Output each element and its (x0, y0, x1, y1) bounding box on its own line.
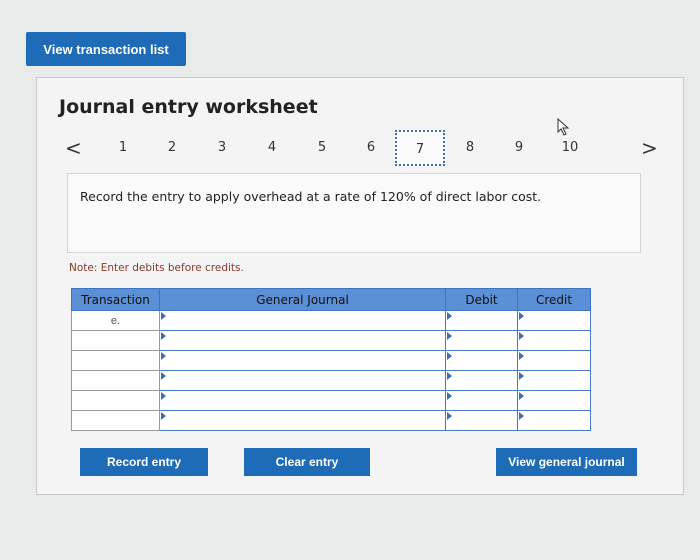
input-marker-icon (447, 352, 452, 360)
debits-before-credits-note: Note: Enter debits before credits. (69, 262, 244, 274)
page-4[interactable]: 4 (260, 136, 284, 160)
transaction-cell (71, 390, 160, 411)
page-3[interactable]: 3 (210, 136, 234, 160)
account-input-cell[interactable] (159, 410, 446, 431)
table-row (71, 350, 591, 371)
page-8[interactable]: 8 (458, 136, 482, 160)
general-journal-column-header: General Journal (159, 288, 446, 311)
view-transaction-list-button[interactable]: View transaction list (26, 32, 186, 66)
entry-prompt-text: Record the entry to apply overhead at a … (80, 189, 542, 204)
transaction-cell (71, 370, 160, 391)
table-row: e. (71, 310, 591, 331)
input-marker-icon (519, 352, 524, 360)
dropdown-marker-icon (161, 332, 166, 340)
credit-column-header: Credit (517, 288, 591, 311)
input-marker-icon (519, 372, 524, 380)
account-input-cell[interactable] (159, 390, 446, 411)
input-marker-icon (519, 412, 524, 420)
credit-input-cell[interactable] (517, 410, 591, 431)
dropdown-marker-icon (161, 352, 166, 360)
entry-prompt-box: Record the entry to apply overhead at a … (67, 173, 641, 253)
input-marker-icon (447, 392, 452, 400)
worksheet-title: Journal entry worksheet (59, 96, 318, 118)
mouse-pointer-icon (557, 118, 570, 136)
debit-input-cell[interactable] (445, 310, 518, 331)
page-5[interactable]: 5 (310, 136, 334, 160)
credit-input-cell[interactable] (517, 390, 591, 411)
input-marker-icon (447, 332, 452, 340)
table-row (71, 390, 591, 411)
transaction-cell (71, 330, 160, 351)
page-9[interactable]: 9 (507, 136, 531, 160)
account-input-cell[interactable] (159, 330, 446, 351)
previous-page-arrow-icon[interactable]: < (65, 138, 82, 158)
credit-input-cell[interactable] (517, 310, 591, 331)
debit-input-cell[interactable] (445, 370, 518, 391)
record-entry-button[interactable]: Record entry (80, 448, 208, 476)
debit-input-cell[interactable] (445, 350, 518, 371)
table-row (71, 330, 591, 351)
credit-input-cell[interactable] (517, 350, 591, 371)
dropdown-marker-icon (161, 412, 166, 420)
next-page-arrow-icon[interactable]: > (641, 138, 658, 158)
table-row (71, 410, 591, 431)
page-10[interactable]: 10 (555, 136, 585, 160)
dropdown-marker-icon (161, 372, 166, 380)
table-row (71, 370, 591, 391)
credit-input-cell[interactable] (517, 370, 591, 391)
dropdown-marker-icon (161, 312, 166, 320)
input-marker-icon (519, 332, 524, 340)
view-general-journal-button[interactable]: View general journal (496, 448, 637, 476)
debit-column-header: Debit (445, 288, 518, 311)
transaction-column-header: Transaction (71, 288, 160, 311)
input-marker-icon (519, 392, 524, 400)
page-6[interactable]: 6 (359, 136, 383, 160)
page-1[interactable]: 1 (111, 136, 135, 160)
credit-input-cell[interactable] (517, 330, 591, 351)
debit-input-cell[interactable] (445, 390, 518, 411)
account-input-cell[interactable] (159, 370, 446, 391)
clear-entry-button[interactable]: Clear entry (244, 448, 370, 476)
debit-input-cell[interactable] (445, 330, 518, 351)
input-marker-icon (519, 312, 524, 320)
account-input-cell[interactable] (159, 310, 446, 331)
transaction-cell (71, 410, 160, 431)
worksheet-pager: < 1 2 3 4 5 6 7 8 9 10 > (37, 130, 685, 166)
account-input-cell[interactable] (159, 350, 446, 371)
page-7-active[interactable]: 7 (395, 130, 445, 166)
general-journal-table: Transaction General Journal Debit Credit… (71, 288, 591, 431)
input-marker-icon (447, 372, 452, 380)
journal-entry-worksheet-panel: Journal entry worksheet < 1 2 3 4 5 6 7 … (36, 77, 684, 495)
dropdown-marker-icon (161, 392, 166, 400)
input-marker-icon (447, 312, 452, 320)
transaction-cell: e. (71, 310, 160, 331)
journal-header-row: Transaction General Journal Debit Credit (71, 288, 591, 311)
transaction-cell (71, 350, 160, 371)
debit-input-cell[interactable] (445, 410, 518, 431)
input-marker-icon (447, 412, 452, 420)
page-2[interactable]: 2 (160, 136, 184, 160)
